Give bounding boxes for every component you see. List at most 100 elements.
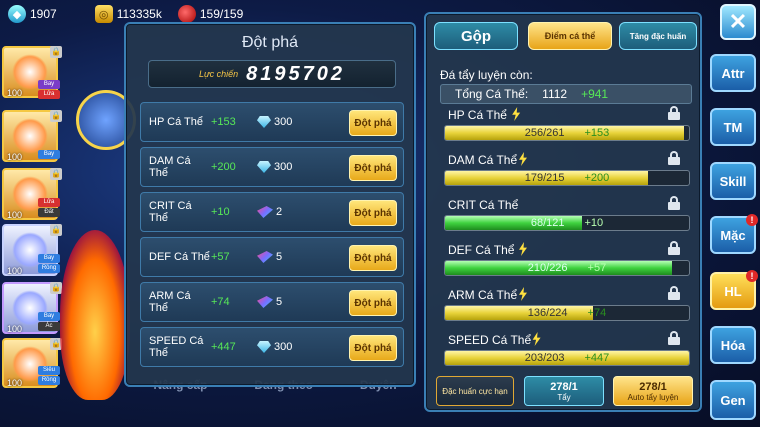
stat-name: DAM Cá Thể (149, 155, 191, 179)
close-button[interactable]: ✕ (720, 4, 756, 40)
stat-name: DEF Cá Thể (448, 243, 515, 257)
cost-value: 300 (274, 341, 293, 353)
cost-value: 300 (274, 161, 293, 173)
stat-bar: 203/203 +447 (444, 350, 690, 366)
stat-name: DEF Cá Thể (149, 251, 210, 263)
pet-level: 100 (7, 266, 23, 276)
stat-name: HP Cá Thể (448, 108, 507, 122)
lock-icon: 🔒 (50, 110, 62, 122)
nav-attr[interactable]: Attr (710, 54, 756, 92)
crystal-icon (257, 296, 273, 308)
stat-name: HP Cá Thể (149, 116, 204, 128)
stat-bonus: +200 (584, 172, 610, 184)
type-tag: Lửa (38, 90, 60, 99)
breakthrough-button[interactable]: Đột phá (349, 290, 397, 316)
lightning-icon (532, 332, 541, 346)
crystal-icon (257, 251, 273, 263)
pet-fire-art (60, 230, 130, 400)
pet-card[interactable]: 🔒 Bay Ác 100 (2, 282, 62, 334)
stat-name: ARM Cá Thể (448, 288, 518, 302)
training-panel: Gộp Điểm cá thể Tăng đặc huấn Đá tẩy luy… (424, 12, 702, 412)
type-tag: Bay (38, 254, 60, 263)
pet-card[interactable]: 🔒 Bay Rồng 100 (2, 224, 62, 276)
lock-icon[interactable] (668, 196, 680, 210)
extreme-training-button[interactable]: Đặc huấn cực hạn (436, 376, 514, 406)
lock-icon: 🔒 (50, 46, 62, 58)
breakthrough-row: DEF Cá Thể +57 5 Đột phá (140, 237, 404, 277)
type-tag: Đất (38, 208, 60, 217)
stat-value: 256/261 (524, 127, 565, 139)
breakthrough-button[interactable]: Đột phá (349, 245, 397, 271)
pet-card[interactable]: 🔒 Bay 100 (2, 110, 62, 162)
lock-icon[interactable] (668, 286, 680, 300)
lock-icon[interactable] (668, 151, 680, 165)
breakthrough-button[interactable]: Đột phá (349, 200, 397, 226)
type-tag: Rồng (38, 376, 60, 385)
nav-hl[interactable]: HL! (710, 270, 758, 310)
breakthrough-button[interactable]: Đột phá (349, 110, 397, 136)
gem-counter: ◆ 1907 (8, 5, 57, 23)
pet-card[interactable]: 🔒 Siêu Rồng 100 (2, 338, 62, 388)
stat-name: CRIT Cá Thể (448, 198, 519, 212)
stat-bar-values: 256/261 +153 (445, 126, 689, 140)
pet-portrait (12, 118, 48, 154)
stat-bonus: +447 (211, 341, 236, 353)
lock-icon[interactable] (668, 241, 680, 255)
nav-mac[interactable]: Mặc! (710, 214, 758, 254)
stat-bonus: +74 (587, 307, 607, 319)
lock-icon[interactable] (668, 331, 680, 345)
tab-merge[interactable]: Gộp (434, 22, 518, 50)
lightning-icon (519, 152, 527, 166)
breakthrough-button[interactable]: Đột phá (349, 335, 397, 361)
breakthrough-row: ARM Cá Thể +74 5 Đột phá (140, 282, 404, 322)
stat-bonus: +153 (584, 127, 610, 139)
stat-bonus: +57 (587, 262, 607, 274)
breakthrough-button[interactable]: Đột phá (349, 155, 397, 181)
breakthrough-row: CRIT Cá Thể +10 2 Đột phá (140, 192, 404, 232)
pet-card[interactable]: 🔒 Bay Lửa 100 (2, 46, 62, 99)
gold-value: 113335k (116, 7, 162, 21)
stat-row: HP Cá Thể 256/261 +153 (444, 106, 690, 148)
wash-button[interactable]: 278/1 Tẩy (524, 376, 604, 406)
stat-bar-values: 203/203 +447 (445, 351, 689, 365)
nav-tm[interactable]: TM (710, 108, 756, 146)
pet-card[interactable]: 🔒 Lửa Đất 100 (2, 168, 62, 220)
stat-cost: 300 (257, 116, 337, 128)
stat-name: SPEED Cá Thể (448, 333, 532, 347)
stat-bonus: +447 (584, 352, 610, 364)
type-tag: Siêu (38, 366, 60, 375)
power-label: Lực chiến (198, 69, 239, 79)
extreme-training-label: Đặc huấn cực hạn (442, 386, 508, 396)
wash-count: 278/1 (550, 380, 578, 393)
type-tag: Ác (38, 322, 60, 331)
stamina-value: 159/159 (199, 7, 244, 21)
nav-gen[interactable]: Gen (710, 380, 756, 420)
nav-skill[interactable]: Skill (710, 162, 756, 200)
apple-icon (177, 5, 196, 23)
stat-name: CRIT Cá Thể (149, 200, 192, 224)
diamond-icon (257, 116, 271, 128)
close-icon: ✕ (728, 9, 748, 34)
tab-special-training[interactable]: Tăng đặc huấn (619, 22, 697, 50)
total-bonus: +941 (581, 87, 609, 101)
type-tag: Bay (38, 312, 60, 321)
pet-level: 100 (7, 324, 23, 334)
nav-hoa[interactable]: Hóa (710, 326, 756, 364)
alert-badge: ! (746, 270, 758, 282)
breakthrough-row: HP Cá Thể +153 300 Đột phá (140, 102, 404, 142)
lock-icon[interactable] (668, 106, 680, 120)
total-value: 1112 (542, 87, 568, 101)
lightning-icon (519, 242, 527, 256)
stat-cost: 5 (257, 296, 337, 308)
tab-individual-points[interactable]: Điểm cá thể (528, 22, 612, 50)
stat-name: DAM Cá Thể (448, 153, 518, 167)
crystal-icon (257, 206, 273, 218)
stat-bar-values: 179/215 +200 (445, 171, 689, 185)
stat-bar: 136/224 +74 (444, 305, 690, 321)
total-label: Tổng Cá Thể: (455, 87, 529, 101)
breakthrough-row: DAM Cá Thể +200 300 Đột phá (140, 147, 404, 187)
power-value: 8195702 (246, 62, 346, 85)
auto-wash-button[interactable]: 278/1 Auto tẩy luyện (613, 376, 693, 406)
stat-value: 136/224 (527, 307, 568, 319)
gold-counter: ◎ 113335k (94, 5, 162, 23)
